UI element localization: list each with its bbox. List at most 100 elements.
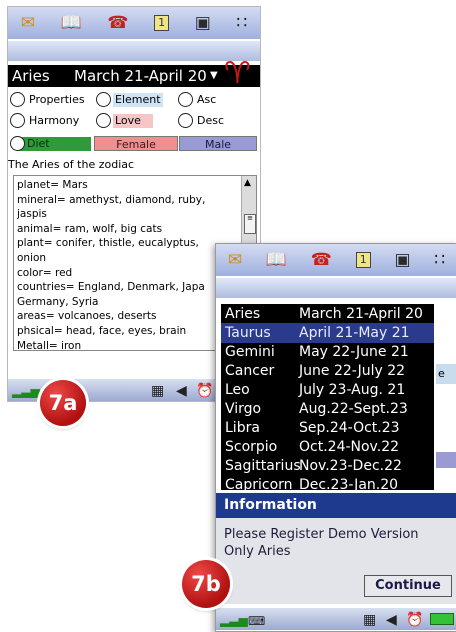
sign-option-leo[interactable]: Leo July 23-Aug. 21 bbox=[221, 380, 434, 400]
peek-male-tab bbox=[436, 452, 456, 468]
sign-option-dates: Sep.24-Oct.23 bbox=[299, 420, 400, 436]
radio-circle[interactable] bbox=[178, 92, 193, 107]
sign-option-taurus[interactable]: Taurus April 21-May 21 bbox=[221, 323, 434, 343]
radio-label: Diet bbox=[17, 136, 91, 151]
phone-icon[interactable]: ☎ bbox=[311, 250, 332, 270]
radio-element[interactable]: Element bbox=[96, 92, 163, 107]
background-peek: e bbox=[436, 304, 456, 490]
alarm-icon[interactable]: ⏰ bbox=[406, 612, 423, 628]
aries-symbol-icon: ♈ bbox=[224, 56, 251, 91]
dialog-line-1: Please Register Demo Version bbox=[224, 527, 419, 542]
keyboard-icon[interactable]: ⌨ bbox=[248, 614, 265, 628]
scroll-thumb[interactable]: ≡ bbox=[244, 214, 256, 234]
radio-circle[interactable] bbox=[96, 113, 111, 128]
sign-option-dates: March 21-April 20 bbox=[299, 306, 423, 322]
info-line: onion bbox=[17, 251, 47, 264]
sign-option-dates: Oct.24-Nov.22 bbox=[299, 439, 400, 455]
radio-circle[interactable] bbox=[10, 113, 25, 128]
radio-circle[interactable] bbox=[96, 92, 111, 107]
info-lines: planet= Mars mineral= amethyst, diamond, … bbox=[17, 178, 241, 351]
info-line: phsical= head, face, eyes, brain bbox=[17, 324, 187, 337]
sign-option-virgo[interactable]: Virgo Aug.22-Sept.23 bbox=[221, 399, 434, 419]
mail-icon[interactable]: ✉ bbox=[228, 250, 242, 270]
signal-strength-icon: ▂▃▅ bbox=[220, 613, 248, 627]
calculator-icon[interactable]: ▦ bbox=[151, 383, 164, 399]
sign-option-dates: Aug.22-Sept.23 bbox=[299, 401, 408, 417]
radio-diet[interactable]: Diet bbox=[10, 136, 91, 151]
sign-option-name: Scorpio bbox=[225, 439, 278, 455]
radio-label: Desc bbox=[197, 113, 225, 127]
calendar-icon[interactable]: 1 bbox=[355, 252, 371, 268]
dialog-line-2: Only Aries bbox=[224, 544, 291, 559]
sign-option-dates: Dec.23-Jan.20 bbox=[299, 477, 399, 490]
sign-option-cancer[interactable]: Cancer June 22-July 22 bbox=[221, 361, 434, 381]
sign-option-sagittarius[interactable]: Sagittarius Nov.23-Dec.22 bbox=[221, 456, 434, 476]
info-line: color= red bbox=[17, 266, 73, 279]
sign-option-name: Cancer bbox=[225, 363, 275, 379]
book-icon[interactable]: 📖 bbox=[266, 250, 287, 270]
apps-grid-icon[interactable]: ∷ bbox=[434, 250, 445, 270]
radio-desc[interactable]: Desc bbox=[178, 113, 226, 128]
signal-strength-icon: ▂▃▅ bbox=[12, 384, 40, 398]
info-line: plant= conifer, thistle, eucalyptus, bbox=[17, 237, 199, 250]
sign-option-name: Virgo bbox=[225, 401, 262, 417]
sign-option-capricorn[interactable]: Capricorn Dec.23-Jan.20 bbox=[221, 475, 434, 490]
chevron-down-icon[interactable]: ▼ bbox=[210, 65, 218, 87]
radio-label: Element bbox=[113, 92, 163, 107]
radio-properties[interactable]: Properties bbox=[10, 92, 87, 107]
info-line: planet= Mars bbox=[17, 179, 88, 191]
sign-option-name: Aries bbox=[225, 306, 261, 322]
sign-option-dates: April 21-May 21 bbox=[299, 325, 410, 341]
radio-circle[interactable] bbox=[178, 113, 193, 128]
info-line: mineral= amethyst, diamond, ruby, bbox=[17, 193, 206, 206]
dialog-title: Information bbox=[216, 493, 456, 518]
sign-option-dates: June 22-July 22 bbox=[299, 363, 406, 379]
sign-option-name: Libra bbox=[225, 420, 260, 436]
sign-dropdown-list[interactable]: Aries March 21-April 20 Taurus April 21-May… bbox=[221, 304, 434, 490]
calculator-icon[interactable]: ▦ bbox=[363, 612, 376, 628]
speaker-icon[interactable]: ◀ bbox=[386, 612, 397, 628]
battery-icon bbox=[430, 613, 454, 625]
info-line: Germany, Syria bbox=[17, 295, 99, 308]
sign-option-name: Taurus bbox=[225, 325, 271, 341]
sign-option-gemini[interactable]: Gemini May 22-June 21 bbox=[221, 342, 434, 362]
zodiac-intro: The Aries of the zodiac bbox=[8, 158, 135, 171]
info-line: jaspis bbox=[17, 208, 47, 221]
tab-male[interactable]: Male bbox=[179, 136, 257, 151]
save-icon[interactable]: ▣ bbox=[394, 250, 410, 270]
radio-label: Asc bbox=[197, 92, 217, 106]
sign-option-name: Gemini bbox=[225, 344, 275, 360]
dialog-message: Please Register Demo Version Only Aries bbox=[224, 526, 419, 560]
save-icon[interactable]: ▣ bbox=[195, 13, 211, 33]
top-toolbar: ✉ 📖 ☎ 1 ▣ ∷ bbox=[8, 7, 260, 39]
phone-icon[interactable]: ☎ bbox=[107, 13, 128, 33]
radio-label: Properties bbox=[29, 92, 85, 106]
scroll-up-icon[interactable]: ▲ bbox=[244, 178, 251, 188]
sign-option-name: Capricorn bbox=[225, 477, 293, 490]
info-line: animal= ram, wolf, big cats bbox=[17, 222, 163, 235]
book-icon[interactable]: 📖 bbox=[61, 13, 82, 33]
radio-circle[interactable] bbox=[10, 136, 25, 151]
info-line: areas= volcanoes, deserts bbox=[17, 310, 157, 323]
sign-selector[interactable]: Aries March 21-April 20 ▼ ♈ bbox=[8, 59, 260, 89]
radio-circle[interactable] bbox=[10, 92, 25, 107]
sign-dates: March 21-April 20 bbox=[74, 67, 207, 85]
tab-female[interactable]: Female bbox=[94, 136, 178, 151]
sign-option-name: Leo bbox=[225, 382, 250, 398]
sign-option-libra[interactable]: Libra Sep.24-Oct.23 bbox=[221, 418, 434, 438]
sign-option-dates: May 22-June 21 bbox=[299, 344, 409, 360]
calendar-icon[interactable]: 1 bbox=[154, 15, 170, 31]
apps-grid-icon[interactable]: ∷ bbox=[236, 13, 247, 33]
sign-option-scorpio[interactable]: Scorpio Oct.24-Nov.22 bbox=[221, 437, 434, 457]
radio-label: Love bbox=[113, 113, 153, 128]
info-line: Metall= iron bbox=[17, 339, 82, 351]
mail-icon[interactable]: ✉ bbox=[21, 13, 35, 33]
alarm-icon[interactable]: ⏰ bbox=[196, 383, 213, 399]
radio-asc[interactable]: Asc bbox=[178, 92, 218, 107]
radio-harmony[interactable]: Harmony bbox=[10, 113, 81, 128]
radio-label: Harmony bbox=[29, 113, 80, 127]
speaker-icon[interactable]: ◀ bbox=[176, 383, 187, 399]
radio-love[interactable]: Love bbox=[96, 113, 153, 128]
continue-button[interactable]: Continue bbox=[364, 575, 452, 597]
sign-option-aries[interactable]: Aries March 21-April 20 bbox=[221, 304, 434, 324]
